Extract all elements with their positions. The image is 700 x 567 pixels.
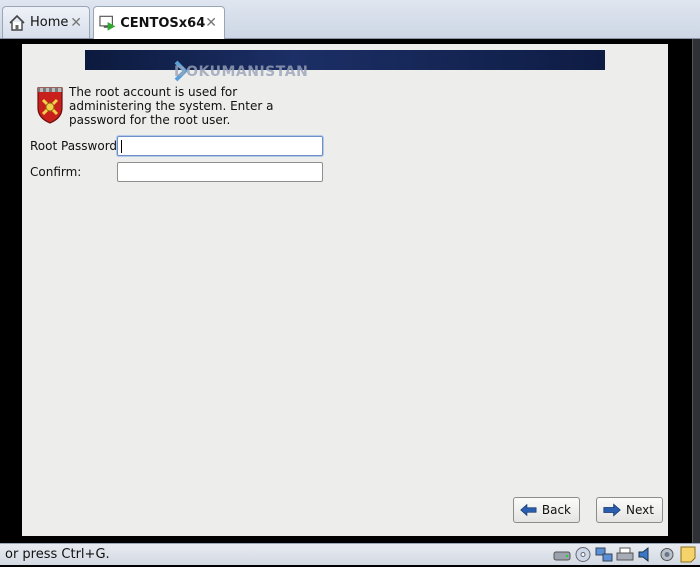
tab-bar: Home ✕ CENTOSx64 ✕	[0, 0, 700, 39]
root-password-input[interactable]	[117, 136, 323, 156]
confirm-label: Confirm:	[30, 165, 82, 179]
next-button-label: Next	[626, 503, 654, 517]
printer-icon[interactable]	[616, 546, 634, 563]
installer-window: DOKUMANISTAN The root account is used fo…	[22, 44, 668, 536]
network-icon[interactable]	[595, 546, 613, 563]
tab-centos[interactable]: CENTOSx64 ✕	[93, 6, 225, 39]
status-bar: or press Ctrl+G.	[0, 543, 700, 565]
root-shield-icon	[37, 87, 63, 124]
root-account-description: The root account is used for administeri…	[69, 85, 274, 127]
notes-icon[interactable]	[679, 546, 697, 563]
home-icon	[9, 14, 25, 31]
tab-home-label: Home	[30, 15, 69, 30]
arrow-left-icon	[520, 503, 537, 517]
back-button-label: Back	[541, 503, 571, 517]
root-password-label: Root Password:	[30, 139, 122, 153]
side-scrollbar[interactable]	[692, 39, 700, 543]
tab-home[interactable]: Home ✕	[2, 6, 90, 38]
text-caret	[121, 140, 122, 153]
status-hint: or press Ctrl+G.	[5, 547, 110, 562]
next-button[interactable]: Next	[596, 497, 663, 523]
confirm-password-input[interactable]	[117, 162, 323, 182]
device-tray	[553, 546, 700, 563]
close-icon[interactable]: ✕	[205, 15, 217, 31]
sound-icon[interactable]	[637, 546, 655, 563]
back-button[interactable]: Back	[513, 497, 580, 523]
hard-disk-icon[interactable]	[553, 546, 571, 563]
vm-running-icon	[99, 15, 116, 31]
tab-centos-label: CENTOSx64	[120, 15, 206, 31]
arrow-right-icon	[603, 503, 621, 517]
installer-banner	[85, 50, 605, 70]
close-icon[interactable]: ✕	[70, 15, 82, 31]
cd-icon[interactable]	[574, 546, 592, 563]
watermark-text: DOKUMANISTAN	[174, 64, 309, 80]
usb-icon[interactable]	[658, 546, 676, 563]
